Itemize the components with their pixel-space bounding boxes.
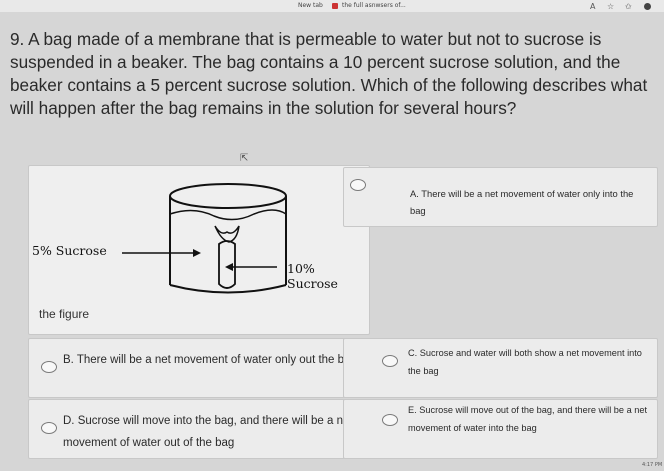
read-aloud-icon[interactable]: A [590, 2, 595, 11]
question-text: 9. A bag made of a membrane that is perm… [10, 29, 648, 118]
option-a-radio[interactable] [350, 179, 366, 191]
label-bag-concentration: 10% Sucrose [287, 261, 338, 291]
option-b-card[interactable]: B. There will be a net movement of water… [28, 338, 370, 398]
taskbar-clock: 4:17 PM [642, 462, 663, 468]
option-c-text: C. Sucrose and water will both show a ne… [408, 348, 642, 376]
site-favicon-icon [332, 2, 338, 9]
tab-new[interactable]: New tab [298, 0, 328, 12]
option-d-card[interactable]: D. Sucrose will move into the bag, and t… [28, 399, 370, 459]
option-e-text: E. Sucrose will move out of the bag, and… [408, 405, 648, 433]
label-beaker-concentration: 5% Sucrose [32, 243, 107, 258]
option-b-radio[interactable] [41, 361, 57, 373]
star-icon[interactable]: ☆ [607, 2, 614, 11]
option-e-card[interactable]: E. Sucrose will move out of the bag, and… [343, 399, 658, 459]
option-e-radio[interactable] [382, 414, 398, 426]
profile-avatar[interactable] [644, 3, 651, 10]
favorites-icon[interactable]: ✩ [625, 2, 632, 11]
option-d-text: D. Sucrose will move into the bag, and t… [63, 415, 353, 449]
option-c-radio[interactable] [382, 355, 398, 367]
quiz-page: 9. A bag made of a membrane that is perm… [0, 12, 664, 471]
option-a-text: A. There will be a net movement of water… [410, 188, 634, 216]
mouse-cursor-icon: ⇱ [240, 153, 249, 164]
option-c-card[interactable]: C. Sucrose and water will both show a ne… [343, 338, 658, 398]
figure-caption: the figure [39, 307, 90, 321]
tab-title: the full asnwsers of... [342, 2, 406, 9]
option-b-text: B. There will be a net movement of water… [63, 354, 357, 366]
figure-card: 5% Sucrose 10% Sucrose the figure [28, 165, 370, 335]
option-a-card[interactable]: A. There will be a net movement of water… [343, 167, 658, 227]
option-d-radio[interactable] [41, 422, 57, 434]
tab-active[interactable]: the full asnwsers of... [332, 0, 462, 12]
